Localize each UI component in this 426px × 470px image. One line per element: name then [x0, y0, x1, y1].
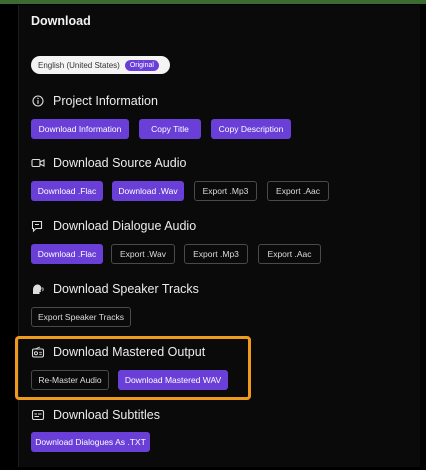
- download-dialogues-txt-button[interactable]: Download Dialogues As .TXT: [31, 432, 150, 452]
- panel-title: Download: [31, 14, 91, 28]
- copy-title-button[interactable]: Copy Title: [139, 119, 201, 139]
- chat-bubble-icon: [31, 219, 45, 233]
- speaker-head-icon: [31, 282, 45, 296]
- copy-description-button[interactable]: Copy Description: [211, 119, 291, 139]
- section-title: Project Information: [53, 94, 158, 108]
- export-aac-button[interactable]: Export .Aac: [258, 244, 321, 264]
- original-badge: Original: [124, 59, 159, 71]
- export-wav-button[interactable]: Export .Wav: [111, 244, 175, 264]
- subtitles-icon: [31, 408, 45, 422]
- top-accent-bar: [0, 0, 426, 4]
- section-title: Download Dialogue Audio: [53, 219, 197, 233]
- video-camera-icon: [31, 156, 45, 170]
- section-download-dialogue-audio: Download Dialogue Audio: [31, 219, 196, 233]
- info-icon: [31, 94, 45, 108]
- download-flac-button[interactable]: Download .Flac: [31, 181, 103, 201]
- highlight-box: [15, 336, 251, 400]
- section-download-speaker-tracks: Download Speaker Tracks: [31, 282, 199, 296]
- download-wav-button[interactable]: Download .Wav: [112, 181, 184, 201]
- section-title: Download Speaker Tracks: [53, 282, 199, 296]
- section-download-source-audio: Download Source Audio: [31, 156, 186, 170]
- export-speaker-tracks-button[interactable]: Export Speaker Tracks: [31, 307, 131, 327]
- section-project-information: Project Information: [31, 94, 158, 108]
- export-mp3-button[interactable]: Export .Mp3: [184, 244, 248, 264]
- language-name: English (United States): [38, 60, 120, 70]
- section-title: Download Source Audio: [53, 156, 187, 170]
- section-download-subtitles: Download Subtitles: [31, 408, 160, 422]
- download-flac-button[interactable]: Download .Flac: [31, 244, 103, 264]
- export-mp3-button[interactable]: Export .Mp3: [194, 181, 257, 201]
- export-aac-button[interactable]: Export .Aac: [267, 181, 329, 201]
- download-information-button[interactable]: Download Information: [31, 119, 129, 139]
- language-selector[interactable]: English (United States) Original: [31, 56, 170, 74]
- section-title: Download Subtitles: [53, 408, 161, 422]
